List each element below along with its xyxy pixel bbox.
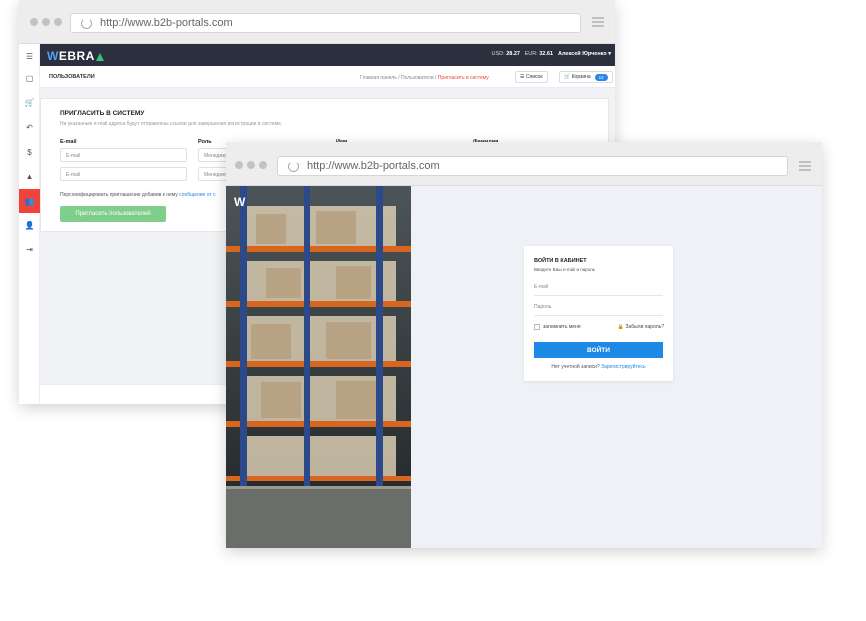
browser-chrome: http://www.b2b-portals.com xyxy=(19,0,615,44)
user-add-icon[interactable]: 👤 xyxy=(19,213,40,237)
window-dot[interactable] xyxy=(259,161,267,169)
window-dot[interactable] xyxy=(247,161,255,169)
login-card: Войти в кабинет Введите Ваш e-mail и пар… xyxy=(524,246,673,381)
message-link[interactable]: сообщение от с xyxy=(179,192,215,198)
breadcrumb-item[interactable]: Главная панель xyxy=(360,75,397,81)
webra-logo[interactable]: WEBRA xyxy=(47,49,104,63)
browser-menu-icon[interactable] xyxy=(799,161,811,173)
window-dot[interactable] xyxy=(30,18,38,26)
email-input[interactable]: E-mail xyxy=(534,284,663,296)
password-input[interactable]: Пароль xyxy=(534,304,663,316)
login-button[interactable]: ВОЙТИ xyxy=(534,342,663,358)
forgot-password-link[interactable]: 🔒 Забыли пароль? xyxy=(618,324,664,330)
address-bar[interactable]: http://www.b2b-portals.com xyxy=(277,156,788,176)
browser-chrome: http://www.b2b-portals.com xyxy=(226,142,822,186)
breadcrumb-current: Пригласить в систему xyxy=(437,75,489,81)
breadcrumb: Главная панель / Пользователи / Пригласи… xyxy=(360,75,489,81)
login-browser-window: http://www.b2b-portals.com W ВОЙТИ В КАБ… xyxy=(226,142,822,548)
user-menu[interactable]: Алексей Юрченко ▾ xyxy=(558,51,611,57)
list-button[interactable]: ☰ Список xyxy=(515,71,548,83)
menu-icon[interactable]: ☰ xyxy=(19,44,40,68)
role-column-label: Роль xyxy=(198,139,212,145)
catalog-icon[interactable]: ▢ xyxy=(19,66,40,90)
top-navbar: WEBRA USD: 28.27 EUR: 32.61 Алексей Юрче… xyxy=(40,44,615,66)
email-input[interactable]: E-mail xyxy=(60,148,187,162)
warehouse-illustration xyxy=(226,186,411,548)
breadcrumb-item[interactable]: Пользователи xyxy=(401,75,434,81)
url-text: http://www.b2b-portals.com xyxy=(307,160,440,172)
login-title: Войти в кабинет xyxy=(534,258,587,264)
page-title: Пользователи xyxy=(49,74,95,80)
url-text: http://www.b2b-portals.com xyxy=(100,17,233,29)
currency-rates: USD: 28.27 EUR: 32.61 xyxy=(491,51,553,57)
window-dots xyxy=(30,18,62,26)
cart-count-badge: 12 xyxy=(594,73,608,81)
invite-description: На указанные e-mail адреса будут отправл… xyxy=(60,121,283,127)
window-dot[interactable] xyxy=(54,18,62,26)
login-subtitle: Введите Ваш e-mail и пароль xyxy=(534,267,596,272)
users-icon[interactable]: 👥 xyxy=(19,189,40,213)
remember-me-checkbox[interactable]: запомнить меня xyxy=(534,324,581,330)
webra-logo-mark: W xyxy=(234,195,246,209)
email-column-label: E-mail xyxy=(60,139,77,145)
window-dots xyxy=(235,161,267,169)
invite-heading: Пригласить в систему xyxy=(60,110,145,117)
stage: http://www.b2b-portals.com ☰ ▢ 🛒 ↶ $ ▲ 👥… xyxy=(0,0,866,621)
cart-button[interactable]: 🛒 Корзина 12 xyxy=(559,71,613,83)
window-dot[interactable] xyxy=(235,161,243,169)
reload-icon[interactable] xyxy=(288,160,299,172)
browser-menu-icon[interactable] xyxy=(592,17,604,29)
personalize-note: Персонифицировать приглашение добавив к … xyxy=(60,192,216,198)
returns-icon[interactable]: ↶ xyxy=(19,115,40,139)
page-header: Пользователи Главная панель / Пользовате… xyxy=(40,66,615,88)
register-link[interactable]: Зарегистрируйтесь xyxy=(601,364,645,370)
logout-icon[interactable]: ⇥ xyxy=(19,237,40,261)
email-input[interactable]: E-mail xyxy=(60,167,187,181)
cart-icon[interactable]: 🛒 xyxy=(19,90,40,114)
checkbox-icon[interactable] xyxy=(534,324,540,330)
address-bar[interactable]: http://www.b2b-portals.com xyxy=(70,13,581,33)
window-dot[interactable] xyxy=(42,18,50,26)
lock-icon: 🔒 xyxy=(617,324,624,330)
reload-icon[interactable] xyxy=(81,17,92,29)
finance-icon[interactable]: $ xyxy=(19,140,40,164)
sidebar: ☰ ▢ 🛒 ↶ $ ▲ 👥 👤 ⇥ xyxy=(19,44,40,404)
register-prompt: Нет учетной записи? Зарегистрируйтесь xyxy=(551,364,646,370)
invite-users-button[interactable]: Пригласить пользователей xyxy=(60,206,166,222)
warehouse-photo: W xyxy=(226,186,411,548)
education-icon[interactable]: ▲ xyxy=(19,164,40,188)
